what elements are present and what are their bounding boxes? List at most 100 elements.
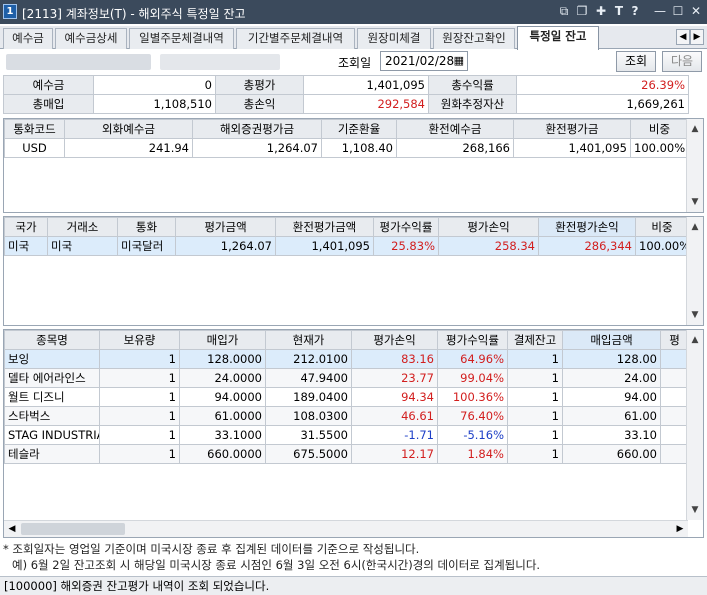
country-panel: 국가 거래소 통화 평가금액 환전평가금액 평가수익률 평가손익 환전평가손익 … xyxy=(3,216,704,326)
table-row[interactable]: STAG INDUSTRIAL 1 33.1000 31.5500 -1.71 … xyxy=(4,425,689,445)
calendar-icon[interactable]: ▦ xyxy=(454,52,464,70)
cell-buy-amount: 24.00 xyxy=(562,368,661,388)
table-row[interactable]: 월트 디즈니 1 94.0000 189.0400 94.34 100.36% … xyxy=(4,387,689,407)
column-header[interactable]: 평가수익률 xyxy=(437,330,508,350)
table-row[interactable]: 미국 미국 미국달러 1,264.07 1,401,095 25.83% 258… xyxy=(4,236,689,256)
account-number-masked[interactable] xyxy=(6,54,151,70)
scroll-down-icon[interactable]: ▼ xyxy=(687,194,703,210)
cell-eval-pnl: 46.61 xyxy=(351,406,438,426)
cell-settled-qty: 1 xyxy=(507,387,563,407)
scroll-left-icon[interactable]: ◀ xyxy=(6,521,18,537)
cell-settled-qty: 1 xyxy=(507,368,563,388)
table-row[interactable]: 보잉 1 128.0000 212.0100 83.16 64.96% 1 12… xyxy=(4,349,689,369)
tab-specific-date-balance[interactable]: 특정일 잔고 xyxy=(517,26,599,50)
cell-current-price: 189.0400 xyxy=(265,387,352,407)
column-header[interactable]: 거래소 xyxy=(47,217,118,237)
currency-panel: 통화코드 외화예수금 해외증권평가금 기준환율 환전예수금 환전평가금 비중 U… xyxy=(3,118,704,213)
column-header[interactable]: 평가수익률 xyxy=(373,217,439,237)
cell-converted-value: 1,401,095 xyxy=(513,138,631,158)
column-header[interactable]: 비중 xyxy=(630,119,689,139)
tab-scroll-left-icon[interactable]: ◀ xyxy=(676,29,690,45)
tab-deposit-detail[interactable]: 예수금상세 xyxy=(55,28,127,49)
country-vscroll[interactable]: ▲ ▼ xyxy=(686,217,703,325)
scroll-up-icon[interactable]: ▲ xyxy=(687,219,703,235)
tab-deposit[interactable]: 예수금 xyxy=(3,28,53,49)
cell-converted-deposit: 268,166 xyxy=(396,138,514,158)
cell-fx-deposit: 241.94 xyxy=(64,138,193,158)
currency-vscroll[interactable]: ▲ ▼ xyxy=(686,119,703,212)
holdings-vscroll[interactable]: ▲ ▼ xyxy=(686,330,703,520)
column-header[interactable]: 비중 xyxy=(635,217,689,237)
cell-extra xyxy=(660,387,689,407)
help-icon[interactable]: ? xyxy=(627,3,643,19)
cell-return-rate: 64.96% xyxy=(437,349,508,369)
cell-stock-name: 테슬라 xyxy=(4,444,100,464)
summary-label: 원화추정자산 xyxy=(428,94,517,114)
cell-converted-eval: 1,401,095 xyxy=(275,236,374,256)
cell-eval-pnl: 94.34 xyxy=(351,387,438,407)
cell-quantity: 1 xyxy=(99,406,180,426)
table-row[interactable]: USD 241.94 1,264.07 1,108.40 268,166 1,4… xyxy=(4,138,689,158)
date-field[interactable]: 2021/02/28 ▦ xyxy=(380,51,468,71)
currency-table: 통화코드 외화예수금 해외증권평가금 기준환율 환전예수금 환전평가금 비중 U… xyxy=(4,119,689,158)
minimize-icon[interactable]: — xyxy=(652,3,668,19)
column-header[interactable]: 해외증권평가금 xyxy=(192,119,322,139)
title-bar: 1 [2113] 계좌정보(T) - 해외주식 특정일 잔고 ⧉ ❐ ✚ T ?… xyxy=(0,0,707,24)
cell-eval-pnl: 258.34 xyxy=(438,236,539,256)
table-row[interactable]: 테슬라 1 660.0000 675.5000 12.17 1.84% 1 66… xyxy=(4,444,689,464)
hscroll-thumb[interactable] xyxy=(21,523,125,535)
cell-quantity: 1 xyxy=(99,349,180,369)
cell-stock-name: STAG INDUSTRIAL xyxy=(4,425,100,445)
column-header[interactable]: 평가금액 xyxy=(175,217,276,237)
column-header[interactable]: 외화예수금 xyxy=(64,119,193,139)
cell-country: 미국 xyxy=(4,236,48,256)
column-header[interactable]: 보유량 xyxy=(99,330,180,350)
column-header[interactable]: 환전평가금액 xyxy=(275,217,374,237)
scroll-down-icon[interactable]: ▼ xyxy=(687,502,703,518)
table-row[interactable]: 델타 에어라인스 1 24.0000 47.9400 23.77 99.04% … xyxy=(4,368,689,388)
cell-buy-price: 660.0000 xyxy=(179,444,266,464)
restore-window-icon[interactable]: ⧉ xyxy=(556,3,572,19)
column-header[interactable]: 매입금액 xyxy=(562,330,661,350)
copy-window-icon[interactable]: ❐ xyxy=(574,3,590,19)
tab-balance-check[interactable]: 원장잔고확인 xyxy=(433,28,515,49)
column-header[interactable]: 환전평가손익 xyxy=(538,217,636,237)
account-name-masked xyxy=(160,54,280,70)
pin-icon[interactable]: ✚ xyxy=(593,3,609,19)
column-header[interactable]: 기준환율 xyxy=(321,119,397,139)
column-header[interactable]: 평가손익 xyxy=(438,217,539,237)
scroll-down-icon[interactable]: ▼ xyxy=(687,307,703,323)
tab-daily-orders[interactable]: 일별주문체결내역 xyxy=(129,28,234,49)
next-button[interactable]: 다음 xyxy=(662,51,702,72)
note-line-2: 예) 6월 2일 잔고조회 시 해당일 미국시장 종료 시점인 6월 3일 오전… xyxy=(12,558,541,572)
column-header[interactable]: 국가 xyxy=(4,217,48,237)
scroll-up-icon[interactable]: ▲ xyxy=(687,121,703,137)
column-header[interactable]: 환전평가금 xyxy=(513,119,631,139)
cell-exchange: 미국 xyxy=(47,236,118,256)
tab-scroll-right-icon[interactable]: ▶ xyxy=(690,29,704,45)
close-icon[interactable]: ✕ xyxy=(688,3,704,19)
cell-securities-value: 1,264.07 xyxy=(192,138,322,158)
scroll-up-icon[interactable]: ▲ xyxy=(687,332,703,348)
column-header[interactable]: 환전예수금 xyxy=(396,119,514,139)
column-header[interactable]: 평가손익 xyxy=(351,330,438,350)
column-header[interactable]: 통화코드 xyxy=(4,119,65,139)
cell-stock-name: 델타 에어라인스 xyxy=(4,368,100,388)
cell-weight: 100.00% xyxy=(635,236,689,256)
holdings-hscroll[interactable]: ◀ ▶ xyxy=(4,520,688,537)
summary-label: 예수금 xyxy=(3,75,94,95)
column-header[interactable]: 결제잔고 xyxy=(507,330,563,350)
holdings-panel: 종목명 보유량 매입가 현재가 평가손익 평가수익률 결제잔고 매입금액 평 보… xyxy=(3,329,704,538)
table-row[interactable]: 스타벅스 1 61.0000 108.0300 46.61 76.40% 1 6… xyxy=(4,406,689,426)
column-header[interactable]: 매입가 xyxy=(179,330,266,350)
query-button[interactable]: 조회 xyxy=(616,51,656,72)
tab-period-orders[interactable]: 기간별주문체결내역 xyxy=(236,28,355,49)
column-header[interactable]: 종목명 xyxy=(4,330,100,350)
scroll-right-icon[interactable]: ▶ xyxy=(674,521,686,537)
column-header[interactable]: 현재가 xyxy=(265,330,352,350)
column-header[interactable]: 통화 xyxy=(117,217,176,237)
font-icon[interactable]: T xyxy=(611,3,627,19)
tab-unfilled[interactable]: 원장미체결 xyxy=(357,28,431,49)
maximize-icon[interactable]: ☐ xyxy=(670,3,686,19)
column-header[interactable]: 평 xyxy=(660,330,689,350)
